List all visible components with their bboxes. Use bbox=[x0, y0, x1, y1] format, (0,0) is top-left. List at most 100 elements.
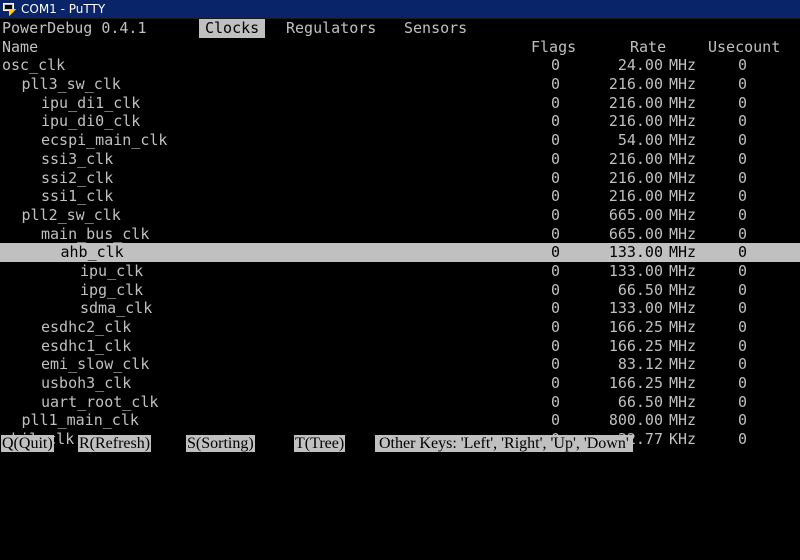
clock-usecount: 0 bbox=[738, 318, 748, 336]
clock-flags: 0 bbox=[551, 392, 561, 411]
clock-name: ipu_clk bbox=[80, 261, 144, 280]
clock-row[interactable]: ipg_clk 0 66.50 MHz 0 bbox=[0, 281, 800, 300]
clock-flags: 0 bbox=[551, 243, 561, 262]
window-title: COM1 - PuTTY bbox=[21, 2, 106, 16]
clock-row[interactable]: esdhc2_clk 0 166.25 MHz 0 bbox=[0, 318, 800, 337]
tree-key-hint: T(Tree) bbox=[294, 435, 346, 452]
clock-row[interactable]: ipu_di0_clk 0 216.00 MHz 0 bbox=[0, 112, 800, 131]
clock-usecount: 0 bbox=[738, 205, 748, 224]
clock-name: pll3_sw_clk bbox=[21, 75, 121, 94]
clock-name: pll1_main_clk bbox=[21, 411, 139, 430]
clock-flags: 0 bbox=[551, 318, 561, 336]
clock-row[interactable]: ahb_clk 0 133.00 MHz 0 bbox=[0, 243, 800, 262]
clock-usecount: 0 bbox=[738, 149, 748, 168]
tab-regulators[interactable]: Regulators bbox=[280, 19, 382, 38]
clock-row[interactable]: ipu_clk 0 133.00 MHz 0 bbox=[0, 262, 800, 281]
clock-tree-list: osc_clk 0 24.00 MHz 0 pll3_sw_clk 0 216.00 MHz 0 i… bbox=[0, 56, 800, 448]
clock-row[interactable]: uart_root_clk 0 66.50 MHz 0 bbox=[0, 393, 800, 412]
clock-rate-unit: MHz bbox=[669, 374, 697, 393]
clock-rate: 83.12 bbox=[617, 355, 663, 374]
clock-name: emi_slow_clk bbox=[41, 355, 150, 374]
clock-usecount: 0 bbox=[738, 261, 748, 280]
quit-key-hint: Q(Quit) bbox=[1, 435, 54, 452]
clock-name: esdhc2_clk bbox=[41, 318, 132, 336]
clock-rate: 133.00 bbox=[608, 299, 663, 318]
clock-usecount: 0 bbox=[738, 280, 748, 299]
clock-flags: 0 bbox=[551, 355, 561, 374]
clock-rate: 216.00 bbox=[608, 168, 663, 187]
clock-rate: 800.00 bbox=[608, 411, 663, 430]
clock-flags: 0 bbox=[551, 374, 561, 393]
clock-rate-unit: MHz bbox=[669, 131, 697, 150]
clock-usecount: 0 bbox=[738, 75, 748, 94]
clock-rate-unit: MHz bbox=[669, 261, 697, 280]
clock-flags: 0 bbox=[551, 75, 561, 94]
clock-rate-unit: MHz bbox=[669, 149, 697, 168]
clock-rate-unit: MHz bbox=[669, 187, 697, 206]
terminal-screen[interactable]: PowerDebug 0.4.1 Clocks Regulators Senso… bbox=[0, 19, 800, 499]
clock-name: osc_clk bbox=[2, 56, 66, 75]
clock-row[interactable]: emi_slow_clk 0 83.12 MHz 0 bbox=[0, 355, 800, 374]
clock-rate-unit: MHz bbox=[669, 336, 697, 355]
clock-rate: 133.00 bbox=[608, 243, 663, 262]
clock-rate-unit: MHz bbox=[669, 318, 697, 336]
app-version-label: PowerDebug 0.4.1 bbox=[2, 19, 147, 37]
clock-usecount: 0 bbox=[738, 168, 748, 187]
clock-rate: 133.00 bbox=[608, 261, 663, 280]
clock-name: sdma_clk bbox=[80, 299, 153, 318]
clock-row[interactable]: pll3_sw_clk 0 216.00 MHz 0 bbox=[0, 75, 800, 94]
clock-row[interactable]: ssi3_clk 0 216.00 MHz 0 bbox=[0, 150, 800, 169]
clock-name: esdhc1_clk bbox=[41, 336, 132, 355]
clock-flags: 0 bbox=[551, 205, 561, 224]
clock-name: usboh3_clk bbox=[41, 374, 132, 393]
clock-name: ssi3_clk bbox=[41, 149, 114, 168]
clock-row[interactable]: osc_clk 0 24.00 MHz 0 bbox=[0, 56, 800, 75]
clock-rate: 216.00 bbox=[608, 112, 663, 131]
clock-rate: 54.00 bbox=[617, 131, 663, 150]
refresh-key-hint: R(Refresh) bbox=[78, 435, 152, 452]
clock-row[interactable]: ecspi_main_clk 0 54.00 MHz 0 bbox=[0, 131, 800, 150]
clock-rate: 216.00 bbox=[608, 187, 663, 206]
clock-name: ipu_di1_clk bbox=[41, 93, 141, 112]
clock-flags: 0 bbox=[551, 299, 561, 318]
clock-rate: 665.00 bbox=[608, 205, 663, 224]
clock-rate-unit: MHz bbox=[669, 299, 697, 318]
clock-rate-unit: MHz bbox=[669, 168, 697, 187]
clock-row[interactable]: ssi1_clk 0 216.00 MHz 0 bbox=[0, 187, 800, 206]
clock-rate-unit: MHz bbox=[669, 75, 697, 94]
clock-usecount: 0 bbox=[738, 56, 748, 75]
clock-row[interactable]: pll1_main_clk 0 800.00 MHz 0 bbox=[0, 411, 800, 430]
clock-flags: 0 bbox=[551, 131, 561, 150]
clock-row[interactable]: ssi2_clk 0 216.00 MHz 0 bbox=[0, 169, 800, 188]
clock-row[interactable]: sdma_clk 0 133.00 MHz 0 bbox=[0, 299, 800, 318]
clock-rate: 166.25 bbox=[608, 318, 663, 336]
clock-rate: 216.00 bbox=[608, 149, 663, 168]
clock-flags: 0 bbox=[551, 336, 561, 355]
clock-usecount: 0 bbox=[738, 187, 748, 206]
clock-row[interactable]: pll2_sw_clk 0 665.00 MHz 0 bbox=[0, 206, 800, 225]
header-rate: Rate bbox=[630, 37, 667, 56]
title-bar[interactable]: COM1 - PuTTY bbox=[0, 0, 800, 19]
putty-app-icon[interactable] bbox=[2, 1, 18, 17]
table-header: Name Flags Rate Usecount bbox=[0, 38, 800, 57]
clock-rate: 216.00 bbox=[608, 93, 663, 112]
clock-flags: 0 bbox=[551, 280, 561, 299]
clock-name: uart_root_clk bbox=[41, 392, 159, 411]
clock-rate-unit: MHz bbox=[669, 355, 697, 374]
clock-row[interactable]: ipu_di1_clk 0 216.00 MHz 0 bbox=[0, 94, 800, 113]
clock-row[interactable]: main_bus_clk 0 665.00 MHz 0 bbox=[0, 225, 800, 244]
clock-row[interactable]: usboh3_clk 0 166.25 MHz 0 bbox=[0, 374, 800, 393]
clock-usecount: 0 bbox=[738, 336, 748, 355]
clock-usecount: 0 bbox=[738, 131, 748, 150]
tab-sensors[interactable]: Sensors bbox=[398, 19, 473, 38]
clock-usecount: 0 bbox=[738, 355, 748, 374]
clock-rate-unit: MHz bbox=[669, 224, 697, 243]
clock-rate: 216.00 bbox=[608, 75, 663, 94]
header-usecount: Usecount bbox=[708, 37, 781, 56]
clock-rate: 66.50 bbox=[617, 392, 663, 411]
putty-window: COM1 - PuTTY PowerDebug 0.4.1 Clocks Reg… bbox=[0, 0, 800, 499]
clock-usecount: 0 bbox=[738, 411, 748, 430]
tab-clocks[interactable]: Clocks bbox=[199, 19, 266, 38]
clock-row[interactable]: esdhc1_clk 0 166.25 MHz 0 bbox=[0, 337, 800, 356]
clock-flags: 0 bbox=[551, 187, 561, 206]
